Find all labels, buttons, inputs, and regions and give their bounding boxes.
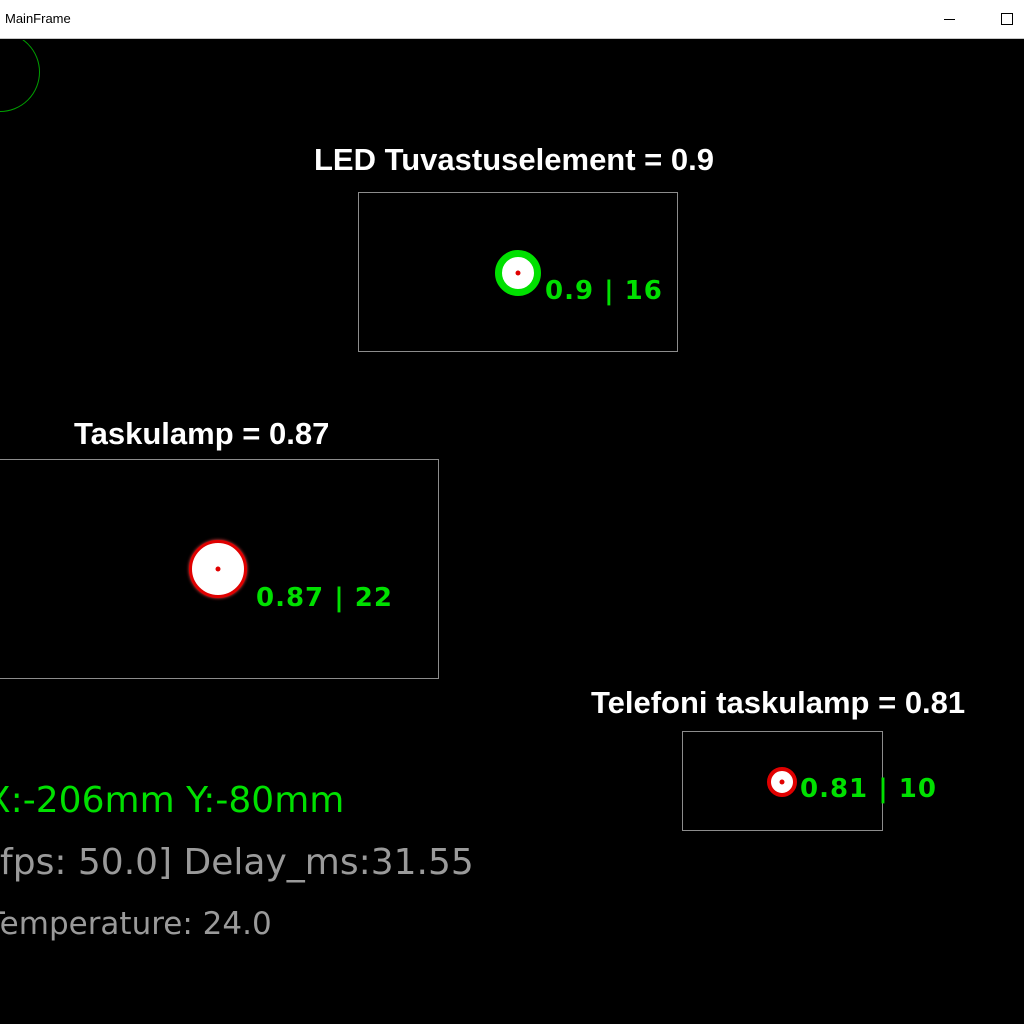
minimize-icon	[943, 18, 955, 20]
spot-flashlight	[189, 540, 247, 598]
detection-label-led: LED Tuvastuselement = 0.9	[314, 142, 714, 177]
minimize-button[interactable]	[926, 0, 972, 38]
fps-readout: [fps: 50.0] Delay_ms:31.55	[0, 842, 474, 883]
detection-label-flashlight: Taskulamp = 0.87	[74, 416, 330, 451]
spot-center	[779, 779, 785, 785]
readout-flashlight: 0.87 | 22	[256, 583, 393, 613]
position-readout: X:-206mm Y:-80mm	[0, 780, 345, 821]
detection-label-phone-flashlight: Telefoni taskulamp = 0.81	[591, 685, 966, 720]
window-titlebar: MainFrame	[0, 0, 1024, 39]
spot-phone-flashlight	[767, 767, 797, 797]
spot-center	[215, 566, 221, 572]
tracking-circle	[0, 40, 40, 112]
window-title: MainFrame	[5, 11, 71, 26]
temperature-readout: Temperature: 24.0	[0, 906, 272, 942]
spot-center	[515, 270, 521, 276]
maximize-icon	[1001, 13, 1013, 25]
camera-view: LED Tuvastuselement = 0.9 0.9 | 16 Tasku…	[0, 40, 1024, 1024]
maximize-button[interactable]	[984, 0, 1024, 38]
readout-phone-flashlight: 0.81 | 10	[800, 774, 937, 804]
readout-led: 0.9 | 16	[545, 276, 663, 306]
spot-led	[495, 250, 541, 296]
